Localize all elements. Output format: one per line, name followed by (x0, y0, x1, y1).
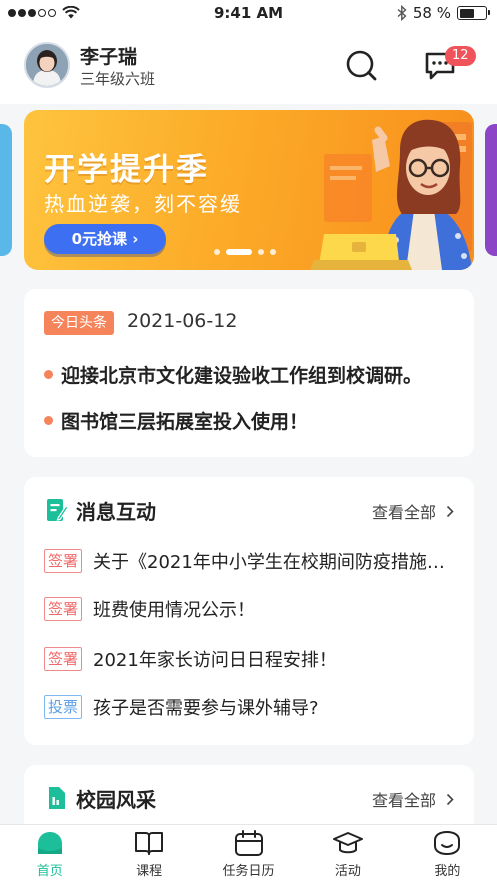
battery-icon (457, 6, 490, 20)
message-row[interactable]: 签署 关于《2021年中小学生在校期间防疫措施》的通知 (44, 547, 460, 575)
tab-calendar[interactable]: 任务日历 (199, 825, 298, 883)
message-text: 关于《2021年中小学生在校期间防疫措施》的通知 (93, 552, 460, 573)
book-icon (135, 832, 164, 855)
carousel-dot[interactable] (258, 249, 264, 255)
headline-tag: 今日头条 (44, 311, 114, 335)
banner-title: 开学提升季 (44, 152, 209, 188)
news-card: 今日头条 2021-06-12 迎接北京市文化建设验收工作组到校调研。 图书馆三… (24, 289, 474, 457)
message-badge: 12 (445, 46, 476, 66)
campus-view-all-link[interactable]: 查看全部 (372, 787, 454, 811)
news-item-text: 迎接北京市文化建设验收工作组到校调研。 (61, 365, 423, 387)
news-item[interactable]: 迎接北京市文化建设验收工作组到校调研。 (44, 361, 422, 388)
view-all-label: 查看全部 (371, 503, 436, 522)
carousel-dot[interactable] (270, 249, 276, 255)
tab-label: 任务日历 (222, 864, 275, 879)
messages-title: 消息互动 (76, 500, 156, 524)
messages-card: 消息互动 查看全部 签署 关于《2021年中小学生在校期间防疫措施》的通知 签署… (24, 477, 474, 745)
message-row[interactable]: 投票 孩子是否需要参与课外辅导? (44, 693, 460, 721)
search-icon[interactable] (344, 48, 378, 82)
banner-subtitle: 热血逆袭，刻不容缓 (44, 192, 242, 216)
tab-label: 首页 (36, 864, 63, 879)
avatar-image (26, 44, 68, 86)
message-text: 2021年家长访问日日程安排！ (93, 650, 337, 671)
vote-tag: 投票 (44, 695, 83, 719)
tab-home[interactable]: 首页 (0, 825, 99, 883)
tab-courses[interactable]: 课程 (99, 825, 198, 883)
app-header: 李子瑞 三年级六班 12 (0, 28, 497, 104)
status-bar: 9:41 AM 58 % (0, 0, 497, 28)
sign-tag: 签署 (44, 647, 83, 671)
bluetooth-icon (397, 5, 407, 21)
tab-label: 课程 (136, 864, 163, 879)
message-row[interactable]: 签署 班费使用情况公示！ (44, 595, 460, 623)
tab-label: 我的 (434, 864, 461, 879)
calendar-icon (234, 830, 263, 856)
home-icon (37, 832, 62, 854)
message-text: 班费使用情况公示！ (93, 600, 256, 621)
battery-percent: 58 % (412, 4, 451, 22)
bullet-dot-icon (44, 370, 53, 379)
tab-profile[interactable]: 我的 (398, 825, 497, 883)
chevron-right-icon (446, 505, 454, 517)
battery-level (459, 8, 474, 18)
banner-cta-button[interactable]: 0元抢课 › (44, 224, 166, 254)
sign-tag: 签署 (44, 597, 83, 621)
banner-next-peek[interactable] (485, 124, 497, 256)
document-icon (49, 787, 65, 809)
news-item[interactable]: 图书馆三层拓展室投入使用！ (44, 407, 308, 434)
news-item-text: 图书馆三层拓展室投入使用！ (61, 411, 309, 433)
carousel-indicator[interactable] (214, 249, 276, 255)
banner-prev-peek[interactable] (0, 124, 12, 256)
messages-view-all-link[interactable]: 查看全部 (372, 499, 454, 523)
tab-label: 活动 (334, 864, 361, 879)
user-class: 三年级六班 (80, 70, 156, 88)
bullet-dot-icon (44, 416, 53, 425)
carousel-dot[interactable] (226, 249, 252, 255)
graduation-cap-icon (332, 832, 363, 854)
message-text: 孩子是否需要参与课外辅导? (93, 698, 319, 719)
sign-tag: 签署 (44, 549, 83, 573)
campus-title: 校园风采 (76, 788, 156, 812)
avatar[interactable] (24, 42, 70, 88)
chevron-right-icon (446, 793, 454, 805)
news-date: 2021-06-12 (127, 310, 238, 332)
user-name: 李子瑞 (80, 46, 138, 68)
carousel-dot[interactable] (214, 249, 220, 255)
bottom-tab-bar: 首页 课程 任务日历 活动 我的 (0, 824, 497, 883)
profile-face-icon (434, 830, 461, 856)
teacher-illustration (310, 119, 472, 270)
tab-activities[interactable]: 活动 (298, 825, 397, 883)
edit-note-icon (47, 499, 68, 521)
view-all-label: 查看全部 (371, 791, 436, 810)
message-row[interactable]: 签署 2021年家长访问日日程安排！ (44, 645, 460, 673)
promo-banner[interactable]: 开学提升季 热血逆袭，刻不容缓 0元抢课 › (24, 110, 474, 270)
